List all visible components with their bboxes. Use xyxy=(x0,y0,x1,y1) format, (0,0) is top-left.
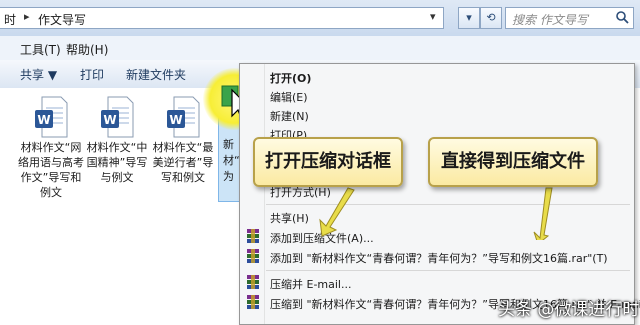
file-item[interactable]: W 材料作文“网络用语与高考作文”导写和例文 xyxy=(18,96,84,200)
svg-text:W: W xyxy=(37,113,50,127)
search-input[interactable]: 搜索 作文导写 xyxy=(505,7,634,29)
menu-item-add-to-rar[interactable]: 添加到 "新材料作文“青春何谓？青年何为？”导写和例文16篇.rar"(T) xyxy=(270,250,608,266)
share-button[interactable]: 共享 ▼ xyxy=(20,66,57,83)
address-bar-row: 时 ▸ 作文导写 ▾ ▾ ⟲ 搜索 作文导写 xyxy=(0,0,640,37)
file-item[interactable]: W 材料作文“中国精神”导写与例文 xyxy=(84,96,150,185)
menu-help[interactable]: 帮助(H) xyxy=(66,41,108,58)
file-name: 材料作文“中国精神”导写与例文 xyxy=(86,141,148,184)
refresh-icon[interactable]: ⟲ xyxy=(480,7,502,29)
callout-arrows xyxy=(319,187,553,240)
file-name: 材料作文“网络用语与高考作文”导写和例文 xyxy=(18,141,84,199)
menu-item-open[interactable]: 打开(O) xyxy=(270,70,311,86)
winrar-icon xyxy=(247,229,259,243)
new-folder-button[interactable]: 新建文件夹 xyxy=(126,66,186,83)
address-dropdown-icon[interactable]: ▾ xyxy=(430,10,436,23)
word-document-icon: W xyxy=(34,96,68,138)
search-placeholder: 搜索 作文导写 xyxy=(512,13,588,27)
breadcrumb-separator-icon[interactable]: ▸ xyxy=(24,10,30,23)
word-document-icon: W xyxy=(166,96,200,138)
watermark: 头条 @微课进行时 xyxy=(498,300,640,320)
search-icon[interactable] xyxy=(615,10,629,24)
callout-open-dialog: 打开压缩对话框 xyxy=(253,137,403,187)
menu-separator xyxy=(266,270,630,271)
menu-bar: 工具(T) 帮助(H) xyxy=(0,36,640,61)
file-name: 材料作文“最美逆行者”导写和例文 xyxy=(152,141,214,184)
breadcrumb-current[interactable]: 作文导写 xyxy=(38,11,86,28)
winrar-icon xyxy=(247,275,259,289)
menu-item-compress-email[interactable]: 压缩并 E-mail... xyxy=(270,276,351,292)
word-document-icon: W xyxy=(100,96,134,138)
menu-item-new[interactable]: 新建(N) xyxy=(270,108,309,124)
menu-tools[interactable]: 工具(T) xyxy=(20,41,61,58)
history-dropdown-icon[interactable]: ▾ xyxy=(458,7,480,29)
breadcrumb-parent[interactable]: 时 xyxy=(4,11,16,28)
winrar-icon xyxy=(247,249,259,263)
winrar-icon xyxy=(247,295,259,309)
menu-gutter xyxy=(264,64,265,324)
callout-direct-archive: 直接得到压缩文件 xyxy=(428,137,598,187)
address-bar[interactable]: 时 ▸ 作文导写 ▾ xyxy=(0,7,444,29)
print-button[interactable]: 打印 xyxy=(80,66,104,83)
svg-text:W: W xyxy=(103,113,116,127)
menu-item-edit[interactable]: 编辑(E) xyxy=(270,89,308,105)
svg-text:W: W xyxy=(169,113,182,127)
